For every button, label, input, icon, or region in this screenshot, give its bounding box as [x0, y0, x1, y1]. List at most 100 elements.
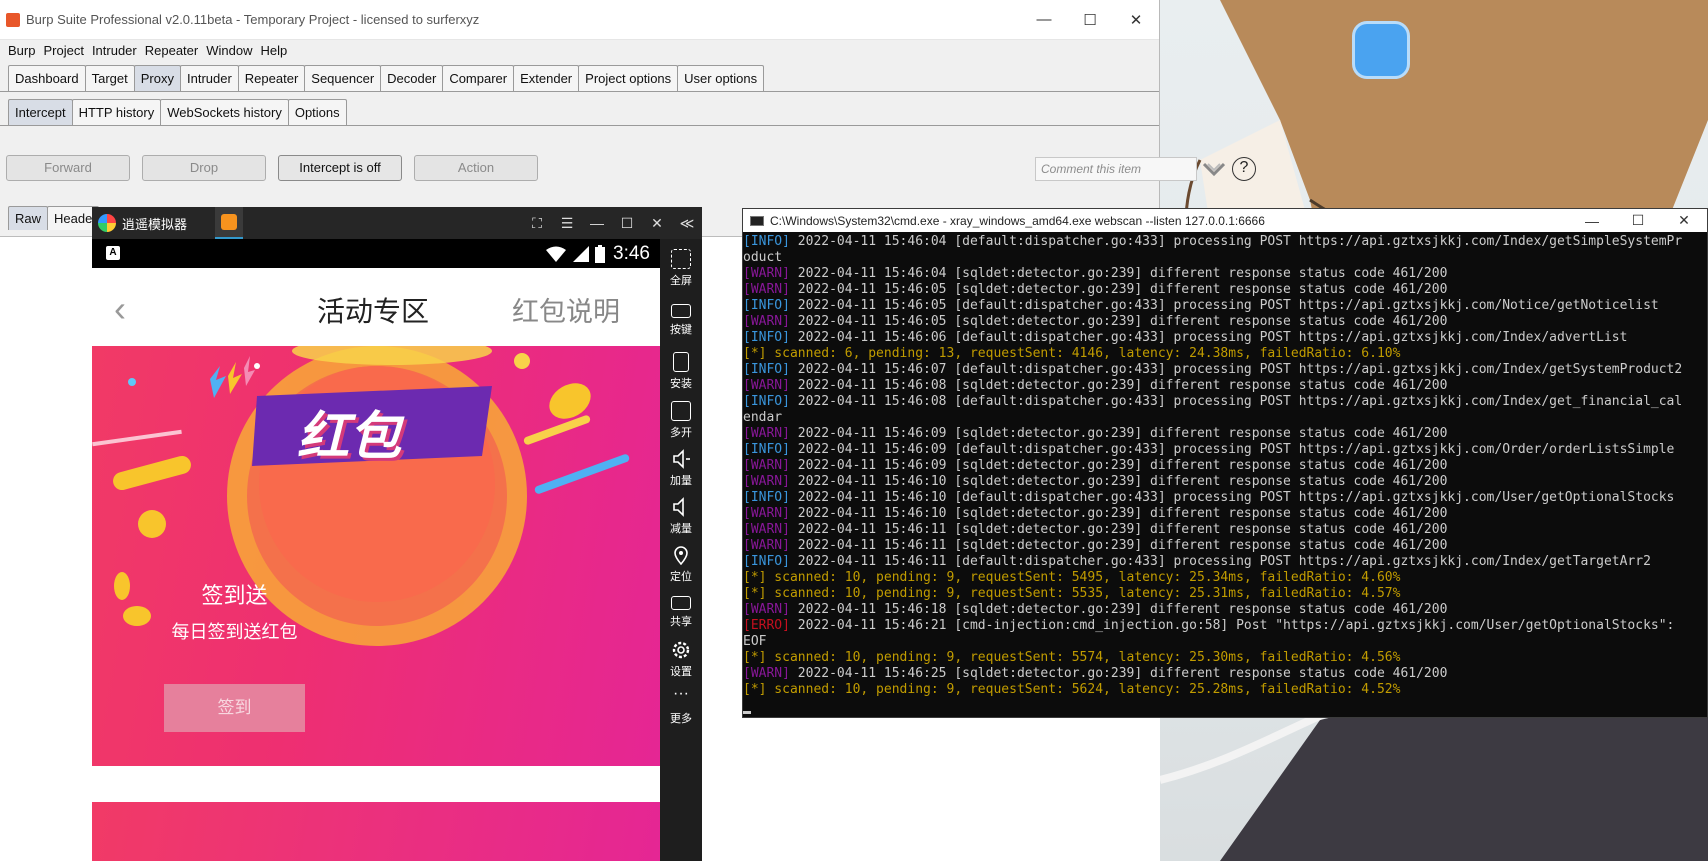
console-line: endar: [743, 410, 1707, 426]
sidebar-item-share[interactable]: 共享: [660, 593, 702, 629]
log-message: 2022-04-11 15:46:08 [sqldet:detector.go:…: [789, 378, 1448, 393]
wifi-icon: [545, 246, 567, 262]
emulator-window: 逍遥模拟器 ⛶ ☰ — ☐ ✕ ≪ A 3:46 ‹ 活动专区 红包说明 红包 …: [92, 207, 702, 861]
red-packet-info-link[interactable]: 红包说明: [512, 290, 620, 329]
menu-help[interactable]: Help: [256, 43, 291, 58]
console-line: oduct: [743, 250, 1707, 266]
tab-options[interactable]: Options: [287, 99, 347, 125]
sidebar-item-fullscreen[interactable]: 全屏: [660, 249, 702, 288]
tab-extender[interactable]: Extender: [513, 65, 580, 91]
sidebar-label: 多开: [670, 427, 692, 439]
menu-burp[interactable]: Burp: [4, 43, 39, 58]
log-level-tag: [WARN]: [743, 282, 790, 297]
log-level-tag: [*]: [743, 682, 767, 697]
bird-logo-icon[interactable]: [1355, 24, 1407, 76]
sidebar-item-settings[interactable]: 设置: [660, 640, 702, 679]
log-level-tag: [*]: [743, 346, 767, 361]
message-editor-tabs: Raw Heade: [8, 206, 100, 230]
burp-main-tabs: Dashboard Target Proxy Intruder Repeater…: [0, 61, 1159, 91]
keyboard-indicator-icon: A: [106, 246, 120, 260]
log-message: 2022-04-11 15:46:05 [sqldet:detector.go:…: [789, 314, 1448, 329]
console-line: [*] scanned: 10, pending: 9, requestSent…: [743, 650, 1707, 666]
log-level-tag: [ERRO]: [743, 618, 790, 633]
console-line: [WARN] 2022-04-11 15:46:11 [sqldet:detec…: [743, 538, 1707, 554]
menu-repeater[interactable]: Repeater: [141, 43, 202, 58]
help-icon[interactable]: ?: [1232, 157, 1256, 181]
minimize-button[interactable]: —: [1021, 11, 1067, 28]
menu-button[interactable]: ☰: [552, 215, 582, 232]
cmd-maximize-button[interactable]: ☐: [1615, 212, 1661, 229]
intercept-toggle-button[interactable]: Intercept is off: [278, 155, 402, 181]
menu-project[interactable]: Project: [39, 43, 87, 58]
emulator-maximize-button[interactable]: ☐: [612, 215, 642, 232]
sidebar-label: 定位: [670, 571, 692, 583]
tab-project-options[interactable]: Project options: [578, 65, 679, 91]
log-message: scanned: 10, pending: 9, requestSent: 56…: [766, 682, 1401, 697]
log-message: scanned: 10, pending: 9, requestSent: 55…: [766, 650, 1401, 665]
close-button[interactable]: ✕: [1113, 11, 1159, 29]
sign-in-title: 签到送: [201, 583, 268, 608]
emulator-close-button[interactable]: ✕: [642, 215, 672, 232]
sidebar-item-volume-up[interactable]: 加量: [660, 449, 702, 488]
console-line: [INFO] 2022-04-11 15:46:11 [default:disp…: [743, 554, 1707, 570]
sidebar-item-keys[interactable]: 按键: [660, 301, 702, 337]
log-message: 2022-04-11 15:46:21 [cmd-injection:cmd_i…: [789, 618, 1675, 633]
tab-comparer[interactable]: Comparer: [442, 65, 515, 91]
tab-user-options[interactable]: User options: [677, 65, 765, 91]
tab-decoder[interactable]: Decoder: [380, 65, 444, 91]
tab-raw[interactable]: Raw: [8, 206, 49, 230]
burp-titlebar: Burp Suite Professional v2.0.11beta - Te…: [0, 0, 1159, 40]
back-button[interactable]: ‹: [114, 288, 126, 330]
tab-websockets-history[interactable]: WebSockets history: [160, 99, 289, 125]
action-button[interactable]: Action: [414, 155, 538, 181]
forward-button[interactable]: Forward: [6, 155, 130, 181]
console-line: [WARN] 2022-04-11 15:46:04 [sqldet:detec…: [743, 266, 1707, 282]
emulator-minimize-button[interactable]: —: [582, 215, 612, 232]
emulator-logo-icon: [98, 214, 116, 232]
console-output[interactable]: [INFO] 2022-04-11 15:46:04 [default:disp…: [743, 232, 1707, 718]
cmd-titlebar: C:\Windows\System32\cmd.exe - xray_windo…: [743, 209, 1707, 232]
sidebar-item-more[interactable]: ··· 更多: [660, 686, 702, 726]
log-message: 2022-04-11 15:46:11 [sqldet:detector.go:…: [789, 538, 1448, 553]
app-tab[interactable]: [215, 207, 244, 239]
content-divider: [92, 766, 660, 802]
collapse-sidebar-button[interactable]: ≪: [672, 215, 702, 232]
log-level-tag: [INFO]: [743, 554, 790, 569]
tab-target[interactable]: Target: [84, 65, 135, 91]
sidebar-item-volume-down[interactable]: 减量: [660, 497, 702, 536]
comment-input[interactable]: Comment this item: [1035, 157, 1197, 181]
android-statusbar: A 3:46: [92, 239, 660, 268]
sidebar-item-multi[interactable]: 多开: [660, 401, 702, 440]
highlight-icon[interactable]: [1203, 161, 1225, 177]
log-level-tag: [WARN]: [743, 266, 790, 281]
menu-intruder[interactable]: Intruder: [88, 43, 141, 58]
log-level-tag: [WARN]: [743, 378, 790, 393]
tab-intruder[interactable]: Intruder: [179, 65, 239, 91]
log-message: scanned: 10, pending: 9, requestSent: 54…: [766, 570, 1401, 585]
sidebar-item-install[interactable]: 安装: [660, 352, 702, 391]
tab-intercept[interactable]: Intercept: [8, 99, 73, 125]
log-level-tag: [WARN]: [743, 458, 790, 473]
menu-window[interactable]: Window: [202, 43, 256, 58]
sidebar-label: 共享: [670, 616, 692, 628]
tab-sequencer[interactable]: Sequencer: [304, 65, 382, 91]
tab-proxy[interactable]: Proxy: [133, 65, 181, 91]
console-line: [*] scanned: 10, pending: 9, requestSent…: [743, 682, 1707, 698]
cmd-close-button[interactable]: ✕: [1661, 212, 1707, 229]
console-cursor: [743, 711, 751, 714]
status-time: 3:46: [613, 242, 650, 264]
screenshot-button[interactable]: ⛶: [522, 215, 552, 232]
log-message: 2022-04-11 15:46:11 [default:dispatcher.…: [789, 554, 1651, 569]
sidebar-item-location[interactable]: 定位: [660, 545, 702, 584]
tab-repeater[interactable]: Repeater: [237, 65, 306, 91]
tab-dashboard[interactable]: Dashboard: [8, 65, 86, 91]
tab-http-history[interactable]: HTTP history: [71, 99, 162, 125]
log-message: 2022-04-11 15:46:10 [sqldet:detector.go:…: [789, 474, 1448, 489]
drop-button[interactable]: Drop: [142, 155, 266, 181]
sign-in-button[interactable]: 签到: [164, 684, 305, 732]
burp-logo-icon: [6, 12, 20, 27]
maximize-button[interactable]: ☐: [1067, 11, 1113, 29]
cmd-minimize-button[interactable]: —: [1569, 213, 1615, 229]
console-line: [INFO] 2022-04-11 15:46:10 [default:disp…: [743, 490, 1707, 506]
keyboard-icon: [671, 304, 691, 318]
